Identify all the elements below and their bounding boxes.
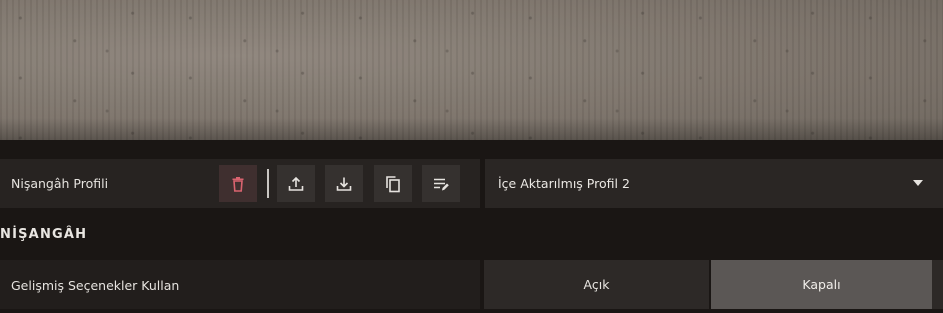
advanced-options-label: Gelişmiş Seçenekler Kullan <box>11 278 180 293</box>
row-edge <box>932 260 943 309</box>
crosshair-profile-select[interactable]: İçe Aktarılmış Profil 2 <box>485 159 943 208</box>
advanced-options-on-button[interactable]: Açık <box>484 260 709 309</box>
selected-profile-value: İçe Aktarılmış Profil 2 <box>498 176 630 191</box>
toolbar-divider <box>267 169 269 198</box>
copy-icon <box>384 175 402 193</box>
crosshair-profile-row: Nişangâh Profili İçe Aktarılmış Profil 2 <box>0 159 943 208</box>
rename-profile-button[interactable] <box>422 165 460 202</box>
trash-icon <box>230 176 246 192</box>
advanced-options-row: Gelişmiş Seçenekler Kullan Açık Kapalı <box>0 260 943 309</box>
upload-icon <box>287 175 305 193</box>
export-profile-button[interactable] <box>277 165 315 202</box>
crosshair-section-title: NİŞANGÂH <box>0 227 88 242</box>
crosshair-profile-label: Nişangâh Profili <box>11 176 109 191</box>
import-profile-button[interactable] <box>325 165 363 202</box>
edit-list-icon <box>432 175 450 193</box>
advanced-options-off-button[interactable]: Kapalı <box>711 260 932 309</box>
crosshair-profile-label-cell: Nişangâh Profili <box>0 159 480 208</box>
delete-profile-button[interactable] <box>219 165 257 202</box>
advanced-options-label-cell: Gelişmiş Seçenekler Kullan <box>0 260 480 309</box>
download-icon <box>335 175 353 193</box>
crosshair-preview <box>0 0 943 140</box>
chevron-down-icon <box>913 180 923 186</box>
copy-profile-button[interactable] <box>374 165 412 202</box>
